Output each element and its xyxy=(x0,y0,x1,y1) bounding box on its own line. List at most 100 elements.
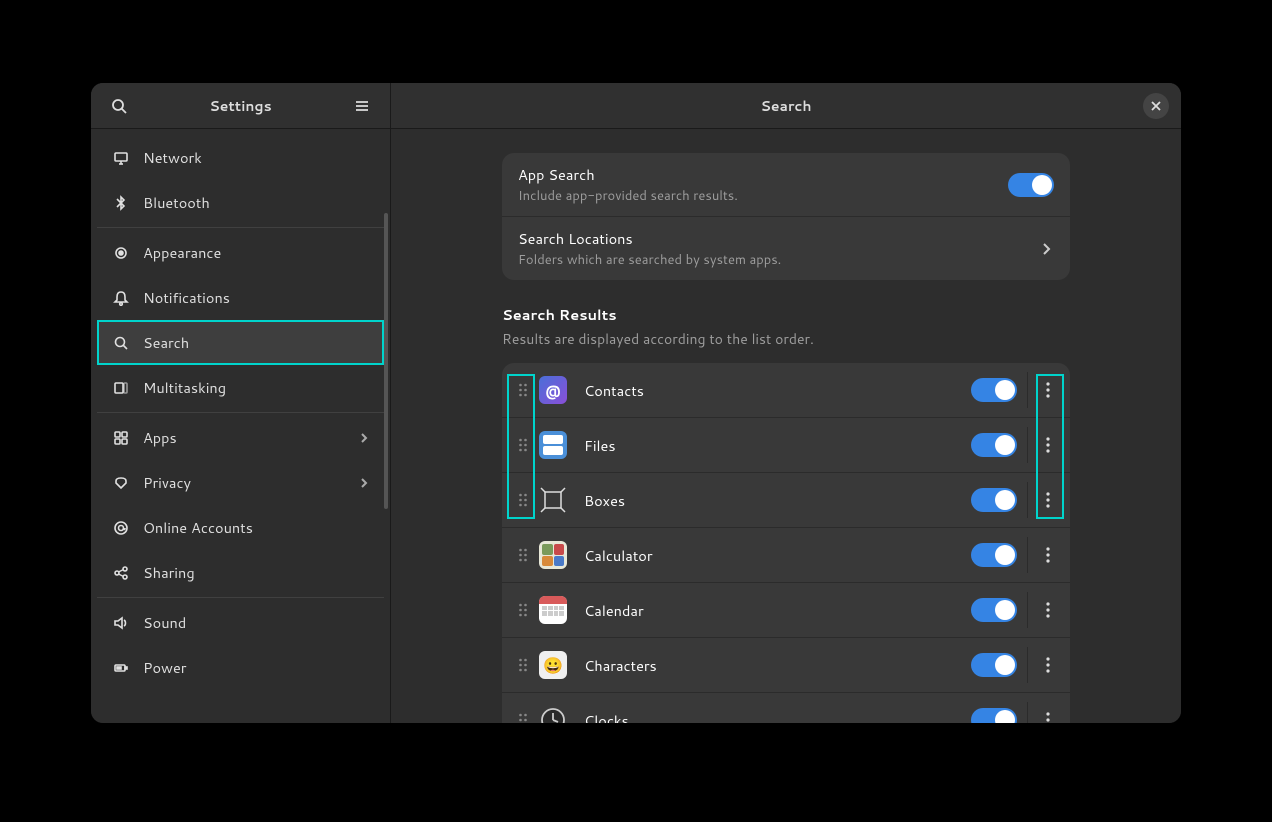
close-icon xyxy=(1150,100,1162,112)
sidebar-item-multitasking[interactable]: Multitasking xyxy=(97,365,384,410)
hamburger-menu-button[interactable] xyxy=(346,90,378,122)
app-search-row: App Search Include app-provided search r… xyxy=(502,153,1070,217)
more-options-button[interactable] xyxy=(1036,649,1060,681)
more-options-button[interactable] xyxy=(1036,539,1060,571)
more-vertical-icon xyxy=(1046,657,1050,673)
bluetooth-icon xyxy=(111,193,131,213)
result-toggle[interactable] xyxy=(971,653,1017,677)
search-locations-sub: Folders which are searched by system app… xyxy=(518,251,1038,269)
more-vertical-icon xyxy=(1046,382,1050,398)
main-content: App Search Include app-provided search r… xyxy=(391,129,1181,723)
result-toggle[interactable] xyxy=(971,433,1017,457)
sidebar-item-label: Apps xyxy=(143,427,358,448)
close-button[interactable] xyxy=(1143,93,1169,119)
drag-handle[interactable] xyxy=(514,488,532,512)
result-toggle[interactable] xyxy=(971,598,1017,622)
result-toggle[interactable] xyxy=(971,488,1017,512)
drag-handle-icon xyxy=(518,602,528,618)
sidebar-item-search[interactable]: Search xyxy=(97,320,384,365)
results-heading: Search Results xyxy=(502,304,1070,325)
sidebar-header: Settings xyxy=(91,83,390,129)
bell-icon xyxy=(111,288,131,308)
multitask-icon xyxy=(111,378,131,398)
result-row-boxes: Boxes xyxy=(502,473,1070,528)
app-name-label: Clocks xyxy=(584,710,971,724)
sidebar-item-label: Appearance xyxy=(143,242,370,263)
results-list: @ContactsFilesBoxesCalculatorCalendar😀Ch… xyxy=(502,363,1070,723)
result-toggle[interactable] xyxy=(971,543,1017,567)
sidebar: Settings Network Bluetooth Appearance Notif… xyxy=(91,83,391,723)
sound-icon xyxy=(111,613,131,633)
more-vertical-icon xyxy=(1046,602,1050,618)
apps-icon xyxy=(111,428,131,448)
drag-handle[interactable] xyxy=(514,598,532,622)
sidebar-item-privacy[interactable]: Privacy xyxy=(97,460,384,505)
drag-handle[interactable] xyxy=(514,708,532,723)
more-options-button[interactable] xyxy=(1036,704,1060,723)
app-icon-contacts: @ xyxy=(538,375,568,405)
sidebar-item-power[interactable]: Power xyxy=(97,645,384,690)
sidebar-item-label: Bluetooth xyxy=(143,192,370,213)
app-icon-characters: 😀 xyxy=(538,650,568,680)
sidebar-item-online-accounts[interactable]: Online Accounts xyxy=(97,505,384,550)
power-icon xyxy=(111,658,131,678)
drag-handle[interactable] xyxy=(514,653,532,677)
app-search-title: App Search xyxy=(518,164,1008,185)
more-options-button[interactable] xyxy=(1036,429,1060,461)
main-header: Search xyxy=(391,83,1181,129)
app-name-label: Contacts xyxy=(584,380,971,401)
app-name-label: Files xyxy=(584,435,971,456)
result-row-calendar: Calendar xyxy=(502,583,1070,638)
share-icon xyxy=(111,563,131,583)
drag-handle[interactable] xyxy=(514,378,532,402)
search-button[interactable] xyxy=(103,90,135,122)
sidebar-item-label: Search xyxy=(143,332,370,353)
display-icon xyxy=(111,148,131,168)
more-vertical-icon xyxy=(1046,547,1050,563)
sidebar-item-network[interactable]: Network xyxy=(97,135,384,180)
more-options-button[interactable] xyxy=(1036,484,1060,516)
drag-handle[interactable] xyxy=(514,433,532,457)
search-icon xyxy=(111,98,127,114)
sidebar-item-sharing[interactable]: Sharing xyxy=(97,550,384,595)
appearance-icon xyxy=(111,243,131,263)
chevron-right-icon xyxy=(1038,241,1054,257)
result-row-clocks: Clocks xyxy=(502,693,1070,723)
result-row-calculator: Calculator xyxy=(502,528,1070,583)
app-icon-files xyxy=(538,430,568,460)
search-locations-row[interactable]: Search Locations Folders which are searc… xyxy=(502,217,1070,280)
results-sub: Results are displayed according to the l… xyxy=(502,329,1070,349)
sidebar-item-label: Online Accounts xyxy=(143,517,370,538)
chevron-right-icon xyxy=(358,477,370,489)
result-toggle[interactable] xyxy=(971,708,1017,723)
settings-window: Settings Network Bluetooth Appearance Notif… xyxy=(91,83,1181,723)
sidebar-scrollbar[interactable] xyxy=(384,213,388,509)
app-icon-calculator xyxy=(538,540,568,570)
at-icon xyxy=(111,518,131,538)
sidebar-item-bluetooth[interactable]: Bluetooth xyxy=(97,180,384,225)
more-vertical-icon xyxy=(1046,712,1050,723)
sidebar-item-label: Multitasking xyxy=(143,377,370,398)
main-panel: Search App Search Include app-provided s… xyxy=(391,83,1181,723)
app-name-label: Boxes xyxy=(584,490,971,511)
app-search-sub: Include app-provided search results. xyxy=(518,187,1008,205)
app-search-toggle[interactable] xyxy=(1008,173,1054,197)
search-options-card: App Search Include app-provided search r… xyxy=(502,153,1070,280)
drag-handle-icon xyxy=(518,547,528,563)
hamburger-icon xyxy=(354,98,370,114)
result-toggle[interactable] xyxy=(971,378,1017,402)
sidebar-item-label: Power xyxy=(143,657,370,678)
drag-handle-icon xyxy=(518,382,528,398)
sidebar-item-sound[interactable]: Sound xyxy=(97,600,384,645)
app-icon-clocks xyxy=(538,705,568,723)
sidebar-item-notifications[interactable]: Notifications xyxy=(97,275,384,320)
sidebar-item-label: Notifications xyxy=(143,287,370,308)
sidebar-item-appearance[interactable]: Appearance xyxy=(97,230,384,275)
sidebar-item-apps[interactable]: Apps xyxy=(97,415,384,460)
drag-handle[interactable] xyxy=(514,543,532,567)
app-icon-boxes xyxy=(538,485,568,515)
main-title: Search xyxy=(429,96,1143,116)
sidebar-item-label: Privacy xyxy=(143,472,358,493)
more-options-button[interactable] xyxy=(1036,374,1060,406)
more-options-button[interactable] xyxy=(1036,594,1060,626)
